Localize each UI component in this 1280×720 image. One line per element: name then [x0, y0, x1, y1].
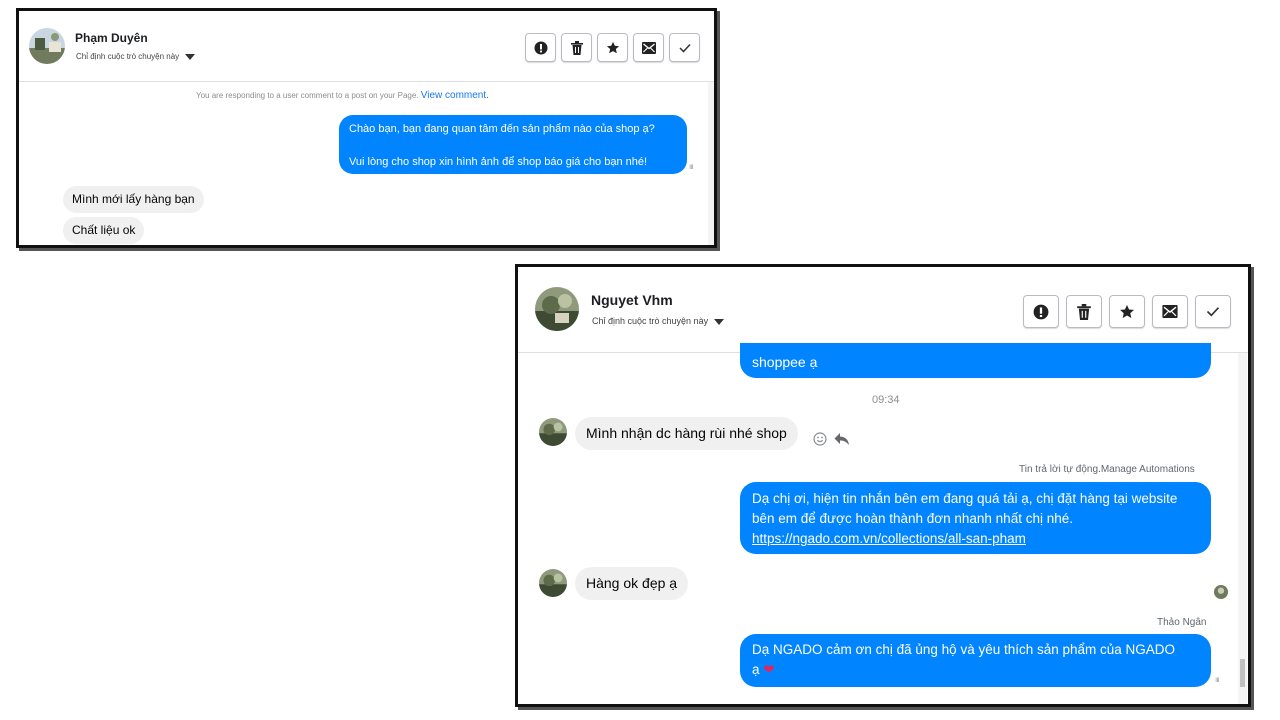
mark-spam-button[interactable] — [1023, 295, 1059, 328]
caret-down-icon — [185, 53, 196, 60]
conversation-actions — [525, 33, 700, 62]
mark-unread-button[interactable] — [633, 33, 664, 62]
auto-reply-message[interactable]: Dạ chị ơi, hiện tin nhắn bên em đang quá… — [740, 482, 1211, 554]
message-line: Dạ chị ơi, hiện tin nhắn bên em đang quá… — [752, 491, 1178, 506]
assign-label: Chỉ định cuộc trò chuyện này — [592, 316, 709, 326]
incoming-message[interactable]: Chất liệu ok — [63, 217, 145, 244]
delete-button[interactable] — [561, 33, 592, 62]
view-comment-link[interactable]: View comment. — [421, 90, 489, 101]
assign-label: Chỉ định cuộc trò chuyện này — [76, 52, 180, 61]
scrollbar[interactable] — [708, 82, 714, 245]
incoming-message[interactable]: Mình nhận dc hàng rùi nhé shop — [575, 417, 798, 450]
message-text: shoppee ạ — [752, 354, 818, 370]
mark-spam-button[interactable] — [525, 33, 556, 62]
star-button[interactable] — [1109, 295, 1145, 328]
notice-text: You are responding to a user comment to … — [196, 91, 419, 100]
trash-icon — [1077, 303, 1091, 320]
assign-conversation-dropdown[interactable]: Chỉ định cuộc trò chuyện này — [592, 316, 725, 326]
alert-icon — [1033, 304, 1049, 319]
seen-avatar — [1214, 585, 1228, 599]
envelope-icon — [641, 41, 656, 54]
comment-notice: You are responding to a user comment to … — [196, 90, 489, 101]
incoming-message[interactable]: Hàng ok đẹp ạ — [575, 567, 689, 600]
star-icon — [606, 41, 619, 53]
mark-done-button[interactable] — [1195, 295, 1231, 328]
assign-conversation-dropdown[interactable]: Chỉ định cuộc trò chuyện này — [76, 52, 196, 61]
message-thread: You are responding to a user comment to … — [19, 82, 714, 245]
check-icon — [1206, 307, 1220, 317]
sender-avatar — [539, 569, 567, 597]
scrollbar[interactable] — [1238, 353, 1247, 704]
agent-name: Thảo Ngân — [1157, 617, 1207, 628]
star-icon — [1120, 304, 1134, 318]
mark-done-button[interactable] — [669, 33, 700, 62]
conversation-panel-nguyet-vhm: Nguyet Vhm Chỉ định cuộc trò chuyện này … — [515, 264, 1251, 707]
message-line: ạ ❤ — [752, 660, 1199, 680]
message-thread: shoppee ạ 09:34 Mình nhận dc hàng rùi nh… — [518, 343, 1248, 704]
alert-icon — [534, 41, 547, 54]
outgoing-message[interactable]: Dạ NGADO cảm ơn chị đã ủng hộ và yêu thí… — [740, 634, 1211, 687]
incoming-message[interactable]: Mình mới lấy hàng bạn — [63, 186, 204, 213]
message-line: Chào bạn, bạn đang quan tâm đến sản phẩm… — [349, 123, 655, 135]
reply-icon[interactable] — [834, 432, 850, 446]
contact-avatar[interactable] — [29, 28, 65, 64]
trash-icon — [570, 40, 583, 55]
seen-indicator: ııı — [1215, 675, 1220, 684]
mark-unread-button[interactable] — [1152, 295, 1188, 328]
message-line: bên em để được hoàn thành đơn nhanh nhất… — [752, 511, 1073, 526]
timestamp: 09:34 — [872, 394, 900, 406]
react-emoji-icon[interactable] — [813, 432, 827, 446]
envelope-icon — [1162, 305, 1178, 318]
conversation-header: Nguyet Vhm Chỉ định cuộc trò chuyện này — [518, 267, 1248, 353]
outgoing-message[interactable]: shoppee ạ — [740, 343, 1211, 378]
contact-name[interactable]: Nguyet Vhm — [591, 292, 673, 308]
message-line: Dạ NGADO cảm ơn chị đã ủng hộ và yêu thí… — [752, 642, 1176, 657]
conversation-header: Phạm Duyên Chỉ định cuộc trò chuyện này — [19, 11, 714, 82]
manage-automations-link[interactable]: Manage Automations — [1101, 464, 1195, 475]
message-text: ạ — [752, 662, 760, 677]
scrollbar-thumb[interactable] — [1240, 659, 1245, 687]
seen-indicator: ııı — [689, 162, 694, 171]
contact-avatar[interactable] — [535, 287, 579, 331]
heart-emoji: ❤ — [763, 662, 775, 677]
conversation-actions — [1023, 295, 1231, 328]
outgoing-message[interactable]: Chào bạn, bạn đang quan tâm đến sản phẩm… — [339, 115, 687, 174]
caret-down-icon — [714, 318, 725, 325]
conversation-panel-pham-duyen: Phạm Duyên Chỉ định cuộc trò chuyện này … — [16, 8, 717, 248]
star-button[interactable] — [597, 33, 628, 62]
message-line: Vui lòng cho shop xin hình ảnh để shop b… — [349, 156, 648, 168]
auto-reply-label: Tin trả lời tự động.Manage Automations — [1019, 464, 1195, 475]
website-link[interactable]: https://ngado.com.vn/collections/all-san… — [752, 529, 1199, 549]
sender-avatar — [539, 418, 567, 446]
auto-reply-text: Tin trả lời tự động. — [1019, 464, 1101, 475]
check-icon — [678, 43, 691, 53]
contact-name[interactable]: Phạm Duyên — [75, 31, 148, 45]
delete-button[interactable] — [1066, 295, 1102, 328]
